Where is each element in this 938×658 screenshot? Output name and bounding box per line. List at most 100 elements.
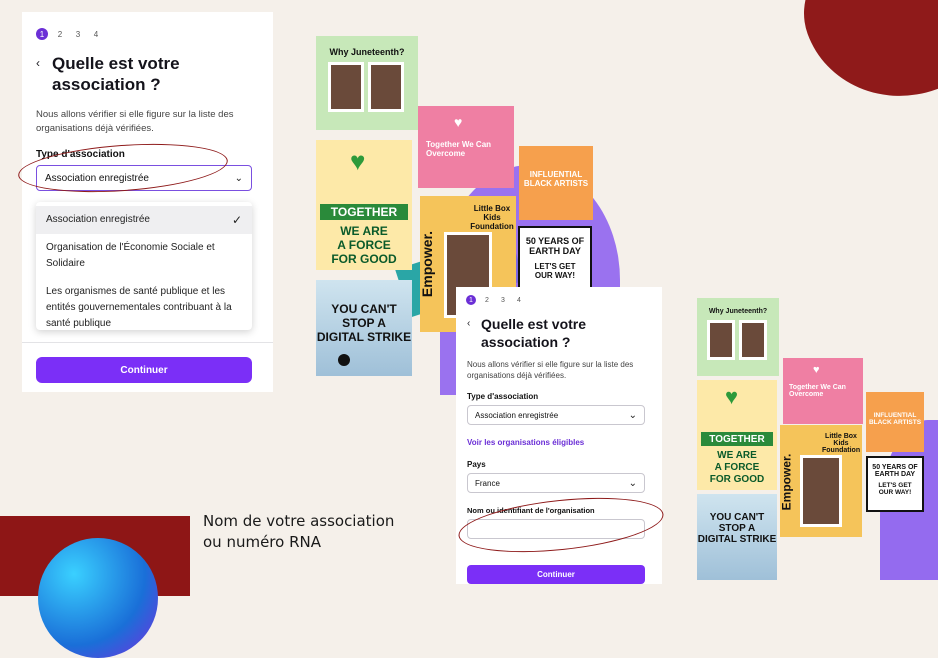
description: Nous allons vérifier si elle figure sur …	[467, 359, 633, 381]
poster-banner: TOGETHER	[320, 204, 408, 220]
country-label: Pays	[467, 460, 486, 469]
poster-line: WE ARE	[717, 450, 757, 461]
poster-juneteenth-small: Why Juneteenth?	[697, 298, 779, 376]
poster-digital-strike-small: YOU CAN'T STOP A DIGITAL STRIKE	[697, 494, 777, 580]
step-4[interactable]: 4	[90, 28, 102, 40]
poster-line: LET'S GET OUR WAY!	[878, 482, 912, 496]
dropdown-option[interactable]: Les organismes de santé publique et les …	[36, 278, 252, 338]
chevron-down-icon: ⌄	[234, 172, 243, 184]
country-select[interactable]: France ⌄	[467, 473, 645, 493]
poster-title: Little Box Kids Foundation	[822, 433, 861, 454]
continue-button[interactable]: Continuer	[467, 565, 645, 584]
check-icon: ✓	[231, 213, 242, 227]
step-1[interactable]: 1	[36, 28, 48, 40]
poster-line: FOR GOOD	[331, 252, 397, 266]
title-line-2: association ?	[52, 75, 161, 94]
step-2[interactable]: 2	[482, 295, 492, 305]
title-line-1: Quelle est votre	[481, 316, 587, 332]
description-line-2: organisations déjà vérifiées.	[36, 123, 154, 134]
poster-line: STOP A	[342, 316, 386, 330]
poster-earth-day: 50 YEARS OF EARTH DAY LET'S GET OUR WAY!	[518, 226, 592, 290]
option-label-line-2: entités gouvernementales contribuant à l…	[46, 302, 232, 313]
description: Nous allons vérifier si elle figure sur …	[36, 108, 233, 136]
poster-digital-strike: YOU CAN'T STOP A DIGITAL STRIKE	[316, 280, 412, 376]
poster-photo	[800, 455, 842, 527]
description-line-2: organisations déjà vérifiées.	[467, 371, 567, 380]
description-line-1: Nous allons vérifier si elle figure sur …	[36, 109, 234, 120]
poster-line: EARTH DAY	[529, 246, 581, 256]
step-3[interactable]: 3	[72, 28, 84, 40]
poster-dot	[338, 354, 350, 366]
poster-together-small: ♥ TOGETHER WE ARE A FORCE FOR GOOD	[697, 380, 777, 490]
poster-influential-small: INFLUENTIAL BLACK ARTISTS	[866, 392, 924, 452]
poster-title: INFLUENTIAL BLACK ARTISTS	[868, 412, 922, 426]
poster-title: Together We Can Overcome	[426, 140, 492, 158]
type-label: Type d'association	[467, 392, 539, 401]
type-select[interactable]: Association enregistrée ⌄	[467, 405, 645, 425]
poster-photo	[707, 320, 735, 360]
title-line-2: association ?	[481, 334, 571, 350]
poster-earth-day-small: 50 YEARS OF EARTH DAY LET'S GET OUR WAY!	[866, 456, 924, 512]
page-title: Quelle est votre association ?	[481, 315, 586, 351]
poster-together-we-small: ♥ Together We Can Overcome	[783, 358, 863, 424]
dropdown-option[interactable]: Organisation de l'Économie Sociale et So…	[36, 234, 252, 278]
option-label-line-1: Organisation de l'Économie Sociale et	[46, 242, 215, 253]
poster-photo	[739, 320, 767, 360]
step-3[interactable]: 3	[498, 295, 508, 305]
poster-little-box-small: Empower. Little Box Kids Foundation	[780, 425, 862, 537]
chevron-down-icon: ⌄	[628, 477, 637, 489]
caption-line-2: ou numéro RNA	[203, 533, 321, 551]
decorative-gradient-circle	[38, 538, 158, 658]
title-line-1: Quelle est votre	[52, 54, 180, 73]
poster-title: Together We Can Overcome	[789, 384, 846, 398]
association-form-panel: 1 2 3 4 ‹ Quelle est votre association ?…	[22, 12, 273, 392]
poster-photo	[368, 62, 404, 112]
poster-influential: INFLUENTIAL BLACK ARTISTS	[519, 146, 593, 220]
caption: Nom de votre association ou numéro RNA	[203, 511, 394, 553]
poster-vertical-text: Empower.	[420, 230, 436, 298]
caption-line-1: Nom de votre association	[203, 512, 395, 530]
poster-line: FOR GOOD	[709, 474, 765, 485]
poster-photo	[328, 62, 364, 112]
chevron-left-icon[interactable]: ‹	[36, 56, 40, 70]
chevron-left-icon[interactable]: ‹	[467, 318, 470, 329]
chevron-down-icon: ⌄	[628, 409, 637, 421]
continue-button[interactable]: Continuer	[36, 357, 252, 383]
poster-line: 50 YEARS OF	[525, 236, 585, 246]
poster-line: STOP A	[718, 523, 756, 534]
poster-line: LET'S GET OUR WAY!	[534, 262, 576, 280]
poster-line: DIGITAL STRIKE	[316, 330, 412, 344]
poster-together-we: ♥ Together We Can Overcome	[418, 106, 514, 188]
heart-icon: ♥	[813, 364, 820, 376]
step-1[interactable]: 1	[466, 295, 476, 305]
stepper: 1 2 3 4	[36, 28, 102, 40]
option-label-line-2: Solidaire	[46, 258, 85, 269]
poster-line: YOU CAN'T	[331, 302, 397, 316]
eligible-organisations-link[interactable]: Voir les organisations éligibles	[467, 438, 584, 447]
heart-icon: ♥	[725, 384, 739, 409]
heart-icon: ♥	[350, 146, 366, 176]
step-4[interactable]: 4	[514, 295, 524, 305]
poster-line: 50 YEARS OF	[872, 464, 918, 471]
decorative-red-shape	[785, 0, 938, 125]
poster-line: YOU CAN'T	[709, 512, 765, 523]
poster-title: Why Juneteenth?	[708, 308, 768, 315]
dropdown-option[interactable]: Association enregistrée ✓	[36, 206, 252, 234]
poster-line: EARTH DAY	[874, 471, 916, 478]
option-label-line-1: Les organismes de santé publique et les	[46, 286, 226, 297]
poster-juneteenth: Why Juneteenth?	[316, 36, 418, 130]
poster-line: A FORCE	[337, 238, 391, 252]
country-select-value: France	[475, 478, 500, 488]
poster-line: DIGITAL STRIKE	[697, 534, 777, 545]
poster-banner: TOGETHER	[701, 432, 773, 446]
type-select-value: Association enregistrée	[475, 410, 559, 420]
description-line-1: Nous allons vérifier si elle figure sur …	[467, 360, 634, 369]
stepper: 1 2 3 4	[466, 295, 524, 305]
page-title: Quelle est votre association ?	[52, 53, 180, 95]
option-label: Association enregistrée	[46, 214, 150, 225]
poster-line: A FORCE	[714, 462, 760, 473]
option-label-line-3: santé publique	[46, 318, 112, 329]
step-2[interactable]: 2	[54, 28, 66, 40]
heart-icon: ♥	[454, 114, 463, 130]
poster-title: Why Juneteenth?	[329, 47, 405, 57]
